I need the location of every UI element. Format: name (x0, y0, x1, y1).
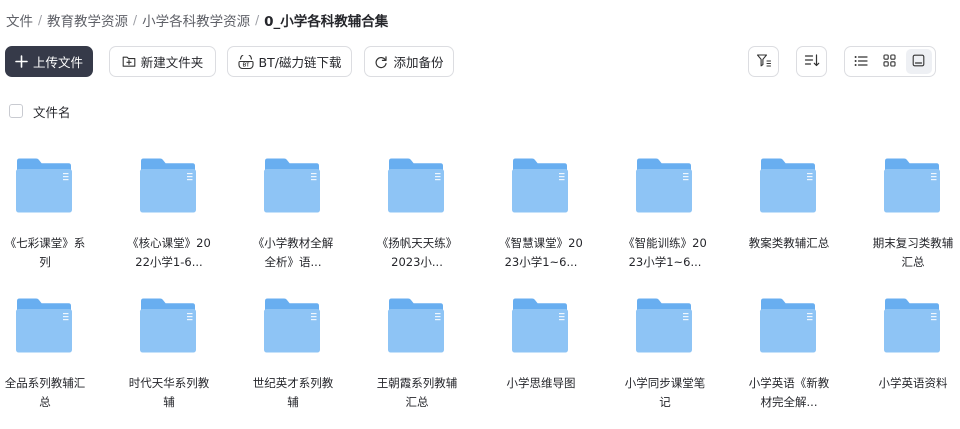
breadcrumb-item-current: 0_小学各科教辅合集 (264, 14, 389, 30)
folder-item[interactable]: 小学思维导图 (496, 290, 620, 429)
folder-icon (387, 158, 445, 213)
folder-icon (759, 158, 817, 213)
folder-item[interactable]: 《智慧课堂》2023小学1~6... (496, 150, 620, 290)
folder-icon (263, 158, 321, 213)
folder-item[interactable]: 小学英语《新教材完全解... (744, 290, 868, 429)
folder-item[interactable]: 世纪英才系列教辅 (248, 290, 372, 429)
folder-icon (883, 158, 941, 213)
folder-item[interactable]: 时代天华系列教辅 (124, 290, 248, 429)
list-view-button[interactable] (848, 49, 874, 74)
folder-name: 全品系列教辅汇总 (4, 376, 86, 409)
add-backup-button-label: 添加备份 (393, 55, 444, 70)
filter-icon (756, 53, 772, 71)
upload-button[interactable]: 上传文件 (5, 46, 93, 77)
bt-download-button-label: BT/磁力链下载 (258, 55, 342, 70)
sort-button[interactable] (796, 46, 827, 77)
breadcrumb-separator: / (255, 13, 260, 27)
plus-icon (15, 55, 28, 68)
new-folder-button-label: 新建文件夹 (140, 55, 204, 70)
grid-view-icon (883, 52, 897, 71)
filter-button[interactable] (748, 46, 779, 77)
upload-button-label: 上传文件 (32, 55, 83, 70)
breadcrumb-item-files[interactable]: 文件 (6, 10, 33, 30)
folder-name: 《小学教材全解全析》语... (252, 236, 334, 269)
folder-name: 小学英语《新教材完全解... (748, 376, 830, 409)
folder-item[interactable]: 全品系列教辅汇总 (0, 290, 124, 429)
sync-icon (374, 55, 388, 69)
folder-icon (139, 298, 197, 353)
folder-item[interactable]: 《小学教材全解全析》语... (248, 150, 372, 290)
folder-name: 小学思维导图 (506, 376, 576, 390)
folder-grid: 《七彩课堂》系列 《核心课堂》2022小学1-6... 《小学教材全解全析》语...… (0, 150, 960, 429)
folder-item[interactable]: 《核心课堂》2022小学1-6... (124, 150, 248, 290)
folder-name: 小学英语资料 (878, 376, 948, 390)
new-folder-button[interactable]: 新建文件夹 (109, 46, 216, 77)
folder-item[interactable]: 期末复习类教辅汇总 (868, 150, 960, 290)
toolbar: 上传文件 新建文件夹 BT BT/磁力链下载 添加备份 (5, 46, 936, 78)
folder-icon (883, 298, 941, 353)
column-header-filename: 文件名 (33, 104, 71, 120)
folder-item[interactable]: 小学同步课堂笔记 (620, 290, 744, 429)
folder-name: 《核心课堂》2022小学1-6... (127, 236, 211, 269)
folder-name: 《扬帆天天练》2023小... (376, 236, 458, 269)
svg-text:BT: BT (242, 62, 249, 68)
folder-item[interactable]: 《智能训练》2023小学1~6... (620, 150, 744, 290)
folder-icon (635, 298, 693, 353)
folder-item[interactable]: 《扬帆天天练》2023小... (372, 150, 496, 290)
folder-icon (635, 158, 693, 213)
breadcrumb-separator: / (38, 13, 43, 27)
file-list-header: 文件名 (9, 102, 71, 120)
folder-item[interactable]: 《七彩课堂》系列 (0, 150, 124, 290)
breadcrumb-separator: / (133, 13, 138, 27)
folder-name: 王朝霞系列教辅汇总 (376, 376, 458, 409)
folder-icon (15, 158, 73, 213)
folder-name: 小学同步课堂笔记 (624, 376, 706, 409)
folder-icon (139, 158, 197, 213)
folder-name: 教案类教辅汇总 (748, 236, 830, 250)
bt-download-button[interactable]: BT BT/磁力链下载 (227, 46, 352, 77)
bt-icon: BT (237, 54, 254, 69)
folder-name: 《智能训练》2023小学1~6... (623, 236, 707, 269)
breadcrumb-item-education[interactable]: 教育教学资源 (47, 10, 128, 30)
folder-icon (263, 298, 321, 353)
folder-name: 《七彩课堂》系列 (4, 236, 86, 269)
folder-name: 时代天华系列教辅 (128, 376, 210, 409)
add-backup-button[interactable]: 添加备份 (364, 46, 454, 77)
list-view-icon (854, 52, 868, 71)
folder-plus-icon (122, 55, 136, 68)
breadcrumb-item-primary-school[interactable]: 小学各科教学资源 (142, 10, 250, 30)
thumbnail-view-icon (912, 52, 925, 71)
folder-icon (511, 158, 569, 213)
folder-item[interactable]: 王朝霞系列教辅汇总 (372, 290, 496, 429)
folder-icon (511, 298, 569, 353)
select-all-checkbox[interactable] (9, 104, 23, 118)
folder-name: 世纪英才系列教辅 (252, 376, 334, 409)
view-mode-switcher (844, 46, 936, 77)
folder-name: 期末复习类教辅汇总 (872, 236, 954, 269)
thumbnail-view-button[interactable] (905, 49, 932, 74)
folder-icon (387, 298, 445, 353)
grid-view-button[interactable] (877, 49, 903, 74)
folder-icon (759, 298, 817, 353)
sort-icon (804, 53, 820, 71)
folder-item[interactable]: 小学英语资料 (868, 290, 960, 429)
folder-name: 《智慧课堂》2023小学1~6... (499, 236, 583, 269)
folder-item[interactable]: 教案类教辅汇总 (744, 150, 868, 290)
breadcrumb: 文件 / 教育教学资源 / 小学各科教学资源 / 0_小学各科教辅合集 (6, 10, 388, 30)
folder-icon (15, 298, 73, 353)
